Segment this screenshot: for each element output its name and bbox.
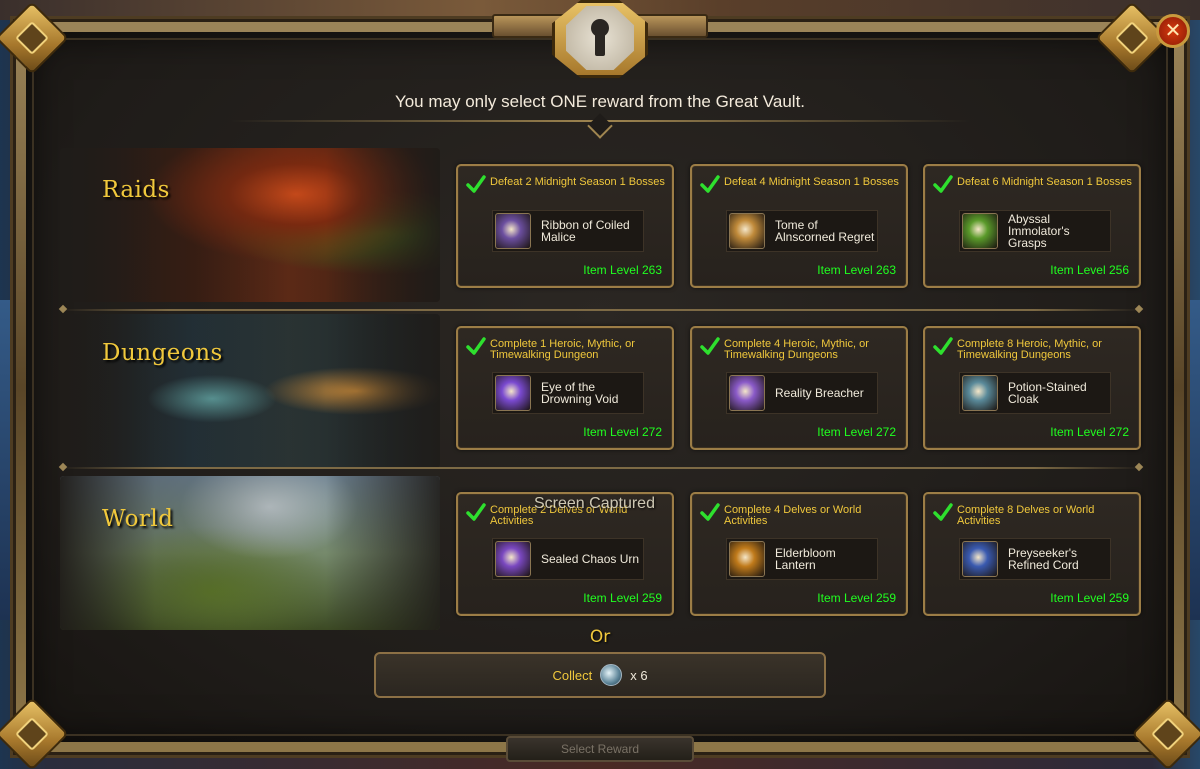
reward-item-level: Item Level 263 [583, 263, 662, 277]
reward-item-level: Item Level 263 [817, 263, 896, 277]
checkmark-icon [466, 503, 486, 521]
ribbon-icon [495, 213, 531, 249]
left-side-strip [0, 300, 14, 620]
urn-icon [495, 541, 531, 577]
currency-orb-icon [600, 664, 623, 686]
eye-orb-icon [495, 375, 531, 411]
checkmark-icon [933, 503, 953, 521]
reward-requirement: Complete 4 Delves or World Activities [724, 504, 862, 527]
or-separator: Or [589, 627, 611, 647]
reward-item[interactable]: Preyseeker's Refined Cord [959, 538, 1111, 580]
reward-item-name: Sealed Chaos Urn [541, 552, 640, 566]
reward-item-name: Ribbon of Coiled Malice [541, 218, 630, 244]
reward-item[interactable]: Elderbloom Lantern [726, 538, 878, 580]
world-artwork [60, 476, 440, 630]
reward-item-level: Item Level 272 [817, 425, 896, 439]
checkmark-icon [933, 175, 953, 193]
reward-requirement: Defeat 6 Midnight Season 1 Bosses [957, 176, 1132, 188]
reward-item-name: Tome of Alnscorned Regret [775, 218, 875, 244]
keyhole-icon [591, 19, 609, 56]
reward-item[interactable]: Tome of Alnscorned Regret [726, 210, 878, 252]
cord-icon [962, 541, 998, 577]
lantern-icon [729, 541, 765, 577]
checkmark-icon [700, 503, 720, 521]
screen-captured-watermark: Screen Captured [534, 495, 655, 512]
checkmark-icon [466, 175, 486, 193]
gloves-icon [962, 213, 998, 249]
raids-title: Raids [102, 177, 170, 203]
reward-requirement: Complete 8 Heroic, Mythic, or Timewalkin… [957, 338, 1102, 361]
reward-item-name: Elderbloom Lantern [775, 546, 836, 572]
world-title: World [102, 506, 174, 532]
right-side-strip [1186, 300, 1200, 620]
reward-card[interactable]: Defeat 4 Midnight Season 1 Bosses Tome o… [690, 164, 908, 288]
checkmark-icon [466, 337, 486, 355]
reward-item-name: Reality Breacher [775, 386, 864, 400]
close-button[interactable]: ✕ [1156, 14, 1190, 48]
reward-requirement: Complete 4 Heroic, Mythic, or Timewalkin… [724, 338, 869, 361]
collect-currency-option[interactable]: Collect x 6 [374, 652, 826, 698]
reward-card[interactable]: Complete 8 Heroic, Mythic, or Timewalkin… [923, 326, 1141, 450]
reward-item-name: Abyssal Immolator's Grasps [1008, 212, 1070, 250]
reward-item[interactable]: Abyssal Immolator's Grasps [959, 210, 1111, 252]
reward-requirement: Defeat 4 Midnight Season 1 Bosses [724, 176, 899, 188]
vault-instructions: You may only select ONE reward from the … [394, 92, 806, 111]
reward-item-name: Eye of the Drowning Void [541, 380, 619, 406]
reward-requirement: Defeat 2 Midnight Season 1 Bosses [490, 176, 665, 188]
reward-item[interactable]: Ribbon of Coiled Malice [492, 210, 644, 252]
reward-card[interactable]: Defeat 2 Midnight Season 1 Bosses Ribbon… [456, 164, 674, 288]
select-reward-button[interactable]: Select Reward [506, 736, 694, 762]
reward-card[interactable]: Complete 8 Delves or World Activities Pr… [923, 492, 1141, 616]
dungeons-title: Dungeons [102, 340, 223, 366]
reward-requirement: Complete 8 Delves or World Activities [957, 504, 1095, 527]
reward-requirement: Complete 1 Heroic, Mythic, or Timewalkin… [490, 338, 635, 361]
reward-card[interactable]: Complete 4 Delves or World Activities El… [690, 492, 908, 616]
row-divider [60, 467, 1142, 469]
checkmark-icon [933, 337, 953, 355]
reward-item-level: Item Level 256 [1050, 263, 1129, 277]
star-burst-icon [729, 375, 765, 411]
reward-item-level: Item Level 272 [1050, 425, 1129, 439]
collect-label: Collect [552, 667, 593, 683]
reward-item[interactable]: Potion-Stained Cloak [959, 372, 1111, 414]
reward-item-level: Item Level 272 [583, 425, 662, 439]
reward-item-name: Preyseeker's Refined Cord [1008, 546, 1079, 572]
checkmark-icon [700, 175, 720, 193]
dungeons-artwork [60, 314, 440, 468]
reward-item-level: Item Level 259 [1050, 591, 1129, 605]
reward-item-level: Item Level 259 [583, 591, 662, 605]
reward-item-name: Potion-Stained Cloak [1008, 380, 1087, 406]
reward-item[interactable]: Sealed Chaos Urn [492, 538, 644, 580]
checkmark-icon [700, 337, 720, 355]
tome-icon [729, 213, 765, 249]
raids-artwork [60, 148, 440, 302]
reward-card[interactable]: Complete 1 Heroic, Mythic, or Timewalkin… [456, 326, 674, 450]
collect-count: x 6 [630, 667, 648, 683]
row-divider [60, 309, 1142, 311]
reward-card[interactable]: Defeat 6 Midnight Season 1 Bosses Abyssa… [923, 164, 1141, 288]
reward-item[interactable]: Reality Breacher [726, 372, 878, 414]
reward-item[interactable]: Eye of the Drowning Void [492, 372, 644, 414]
reward-item-level: Item Level 259 [817, 591, 896, 605]
cloak-icon [962, 375, 998, 411]
reward-card[interactable]: Complete 4 Heroic, Mythic, or Timewalkin… [690, 326, 908, 450]
